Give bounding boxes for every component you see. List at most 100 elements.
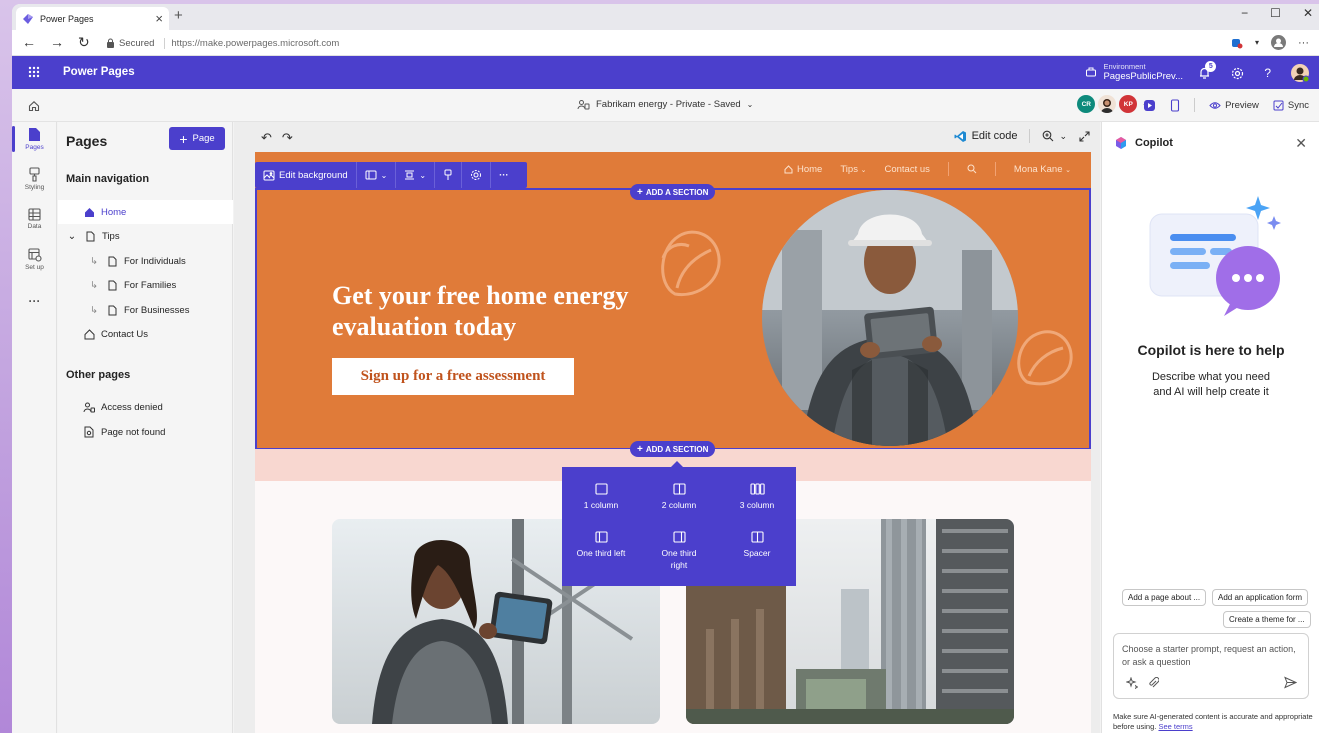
- edit-background-button[interactable]: Edit background: [255, 162, 357, 188]
- browser-menu-icon[interactable]: ···: [1298, 37, 1309, 49]
- setup-icon: [27, 248, 42, 262]
- suggestion-chip-create-theme[interactable]: Create a theme for ...: [1223, 611, 1311, 628]
- plus-icon: +: [637, 186, 643, 198]
- copilot-disclaimer: Make sure AI-generated content is accura…: [1113, 712, 1313, 732]
- zoom-button[interactable]: ⌄: [1042, 130, 1067, 142]
- spacing-dropdown[interactable]: ⌄: [396, 162, 436, 188]
- nav-item-for-individuals[interactable]: ↳ For Individuals: [58, 249, 233, 273]
- site-navigation: Home Tips ⌄ Contact us Mona Kane ⌄: [784, 162, 1071, 176]
- style-button[interactable]: [435, 162, 463, 188]
- environment-icon: [1086, 67, 1097, 77]
- close-icon[interactable]: ✕: [1295, 135, 1307, 152]
- layout-option-one-third-left[interactable]: One third left: [562, 531, 640, 559]
- rail-item-setup[interactable]: Set up: [12, 248, 57, 271]
- rail-item-pages[interactable]: Pages: [12, 127, 57, 151]
- add-section-button-bottom[interactable]: + ADD A SECTION: [630, 441, 716, 457]
- site-nav-tips[interactable]: Tips ⌄: [840, 164, 866, 175]
- rail-label-data: Data: [27, 223, 42, 230]
- search-icon[interactable]: [967, 164, 977, 174]
- chevron-down-icon[interactable]: ⌄: [66, 231, 78, 242]
- layout-option-1-column[interactable]: 1 column: [562, 483, 640, 511]
- section-settings-button[interactable]: [462, 162, 492, 188]
- sync-button[interactable]: Sync: [1273, 100, 1309, 111]
- app-title[interactable]: Power Pages: [63, 66, 135, 78]
- hero-heading[interactable]: Get your free home energy evaluation tod…: [332, 280, 672, 342]
- chevron-down-icon: ⌄: [1059, 130, 1067, 141]
- home-icon: [784, 164, 793, 173]
- other-pages-heading: Other pages: [66, 369, 131, 381]
- site-nav-home[interactable]: Home: [784, 164, 822, 175]
- hero-section[interactable]: Home Tips ⌄ Contact us Mona Kane ⌄ Get y…: [255, 152, 1091, 450]
- redo-icon[interactable]: ↷: [282, 130, 293, 146]
- layout-option-label: 2 column: [661, 500, 697, 510]
- back-arrow-icon[interactable]: ←: [22, 34, 36, 51]
- layout-dropdown[interactable]: ⌄: [357, 162, 397, 188]
- site-nav-label: Tips: [840, 163, 858, 175]
- layout-option-3-column[interactable]: 3 column: [718, 483, 796, 511]
- device-mobile-icon[interactable]: [1170, 98, 1180, 112]
- collaborator-avatar-cr: CR: [1077, 95, 1096, 113]
- add-section-button-top[interactable]: + ADD A SECTION: [630, 184, 716, 200]
- app-launcher-icon[interactable]: [28, 66, 40, 78]
- site-status-dropdown[interactable]: Fabrikam energy - Private - Saved ⌄: [577, 99, 753, 110]
- rail-more-button[interactable]: ···: [12, 294, 57, 308]
- one-third-right-icon: [672, 531, 686, 543]
- site-nav-user[interactable]: Mona Kane ⌄: [1014, 164, 1071, 175]
- environment-picker[interactable]: Environment PagesPublicPrev...: [1085, 62, 1183, 82]
- other-page-access-denied[interactable]: Access denied: [58, 395, 233, 419]
- nav-item-contact-us[interactable]: Contact Us: [58, 322, 233, 346]
- extension-icon[interactable]: [1231, 37, 1243, 49]
- copilot-input-placeholder: Choose a starter prompt, request an acti…: [1122, 644, 1296, 667]
- maximize-icon[interactable]: ☐: [1270, 6, 1281, 20]
- extension-dropdown-icon[interactable]: ▾: [1255, 38, 1259, 47]
- user-avatar-icon[interactable]: [1291, 64, 1309, 82]
- notifications-button[interactable]: 5: [1198, 61, 1217, 80]
- nav-item-home[interactable]: Home: [58, 200, 233, 224]
- minimize-icon[interactable]: −: [1241, 6, 1248, 20]
- add-page-button[interactable]: + Page: [169, 127, 225, 150]
- browser-tab[interactable]: Power Pages ×: [16, 7, 169, 30]
- other-page-not-found[interactable]: Page not found: [58, 420, 233, 444]
- refresh-icon[interactable]: ↻: [78, 34, 90, 51]
- page-icon: [106, 256, 118, 267]
- collaborator-avatars[interactable]: CR KP +3: [1077, 95, 1153, 113]
- suggestion-chip-add-page[interactable]: Add a page about ...: [1122, 589, 1207, 606]
- expand-icon[interactable]: [1079, 130, 1090, 142]
- see-terms-link[interactable]: See terms: [1158, 722, 1192, 731]
- data-icon: [28, 208, 41, 221]
- nav-item-for-businesses[interactable]: ↳ For Businesses: [58, 298, 233, 322]
- nav-item-for-families[interactable]: ↳ For Families: [58, 273, 233, 297]
- layout-option-spacer[interactable]: Spacer: [718, 531, 796, 559]
- copilot-prompt-input[interactable]: Choose a starter prompt, request an acti…: [1113, 633, 1309, 699]
- security-indicator[interactable]: Secured: [106, 37, 166, 49]
- edit-code-button[interactable]: Edit code: [954, 130, 1017, 143]
- preview-button[interactable]: Preview: [1209, 100, 1259, 111]
- hero-cta-button[interactable]: Sign up for a free assessment: [332, 358, 574, 395]
- nav-item-tips[interactable]: ⌄ Tips: [58, 224, 233, 248]
- more-options-button[interactable]: ···: [491, 162, 517, 188]
- suggestion-chip-application-form[interactable]: Add an application form: [1212, 589, 1309, 606]
- close-tab-icon[interactable]: ×: [155, 11, 163, 26]
- section-layout-menu: 1 column 2 column 3 column One third lef…: [562, 461, 796, 586]
- home-page-icon: [83, 207, 95, 218]
- layout-option-one-third-right[interactable]: One third right: [640, 531, 718, 571]
- device-desktop-icon[interactable]: [1143, 99, 1156, 112]
- layout-option-2-column[interactable]: 2 column: [640, 483, 718, 511]
- profile-avatar-icon[interactable]: [1271, 35, 1286, 50]
- rail-item-styling[interactable]: Styling: [12, 167, 57, 191]
- home-icon[interactable]: [28, 100, 40, 112]
- site-nav-label: Home: [797, 163, 823, 175]
- sparkle-prompt-icon[interactable]: [1126, 677, 1138, 689]
- forward-arrow-icon[interactable]: →: [50, 34, 64, 51]
- app-header-actions: 5 ?: [1198, 61, 1309, 82]
- attach-icon[interactable]: [1148, 677, 1159, 689]
- settings-gear-icon[interactable]: [1231, 67, 1244, 80]
- site-nav-contact[interactable]: Contact us: [884, 164, 929, 175]
- undo-icon[interactable]: ↶: [261, 130, 272, 146]
- rail-item-data[interactable]: Data: [12, 208, 57, 230]
- send-icon[interactable]: [1284, 676, 1297, 689]
- url-field[interactable]: Secured https://make.powerpages.microsof…: [106, 33, 1226, 53]
- help-icon[interactable]: ?: [1264, 66, 1271, 80]
- new-tab-icon[interactable]: +: [174, 7, 183, 24]
- close-window-icon[interactable]: ✕: [1303, 6, 1313, 20]
